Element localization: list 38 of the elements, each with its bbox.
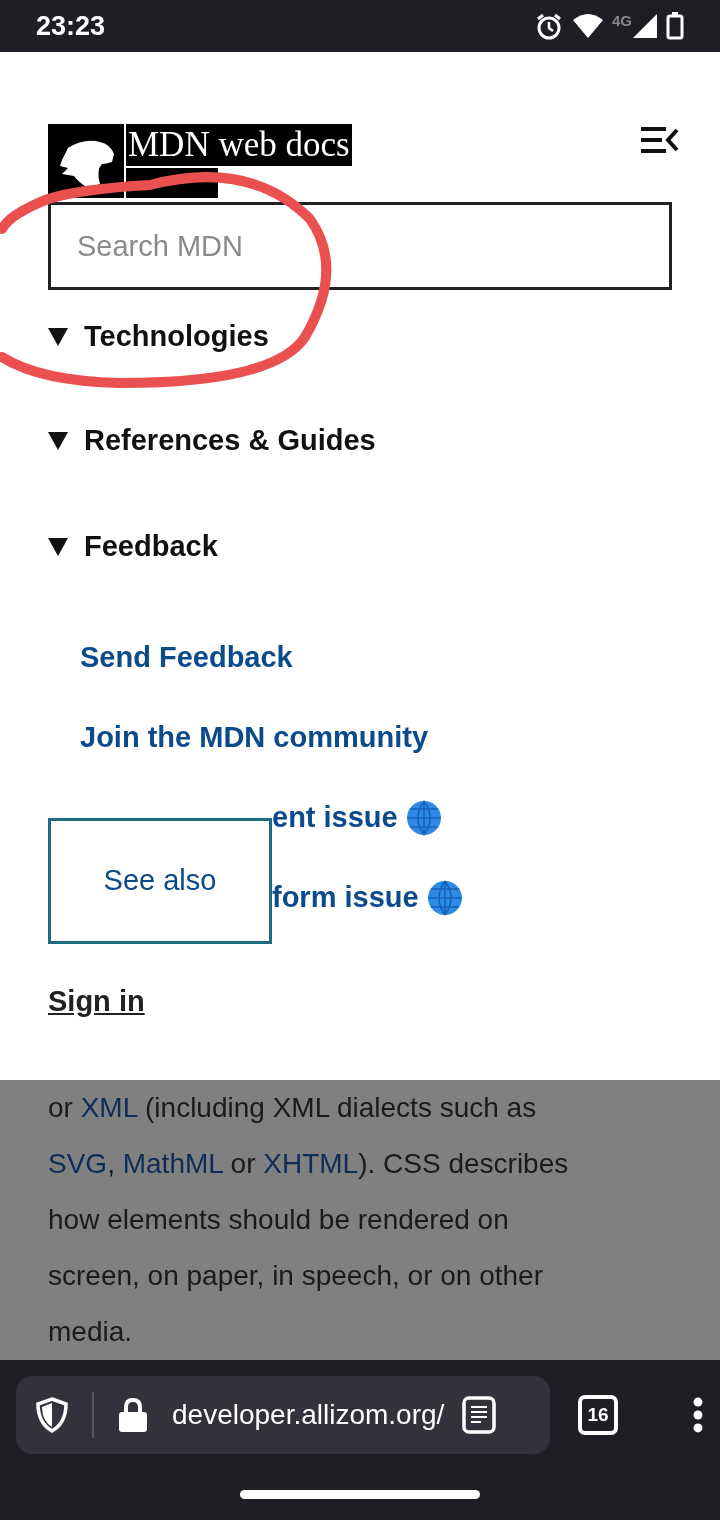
- menu-icon: [640, 126, 680, 154]
- url-text: developer.allizom.org/: [172, 1398, 446, 1432]
- triangle-icon: [48, 538, 68, 556]
- feedback-link[interactable]: ent issue: [272, 796, 442, 840]
- section-toggle[interactable]: References & Guides: [48, 388, 672, 494]
- article-text: how elements should be rendered on: [48, 1204, 509, 1235]
- globe-icon: [426, 880, 463, 916]
- globe-icon: [405, 800, 442, 836]
- feedback-link[interactable]: Join the MDN community: [80, 716, 428, 760]
- article-text: media.: [48, 1316, 133, 1347]
- menu-close-button[interactable]: [640, 126, 680, 154]
- more-menu-icon[interactable]: [692, 1397, 704, 1433]
- reader-icon[interactable]: [462, 1396, 496, 1434]
- address-bar[interactable]: developer.allizom.org/: [16, 1376, 551, 1454]
- alarm-icon: [534, 11, 564, 41]
- network-type: 4G: [612, 13, 632, 28]
- triangle-icon: [48, 432, 68, 450]
- article-text: ). CSS describes: [358, 1148, 569, 1179]
- feedback-link[interactable]: form issue: [272, 876, 463, 920]
- feedback-link[interactable]: Send Feedback: [80, 636, 293, 680]
- logo-text: MDN web docs: [126, 124, 352, 166]
- tab-count[interactable]: 16: [578, 1395, 619, 1435]
- battery-icon: [666, 12, 684, 40]
- sign-in-link[interactable]: Sign in: [48, 980, 145, 1024]
- lock-icon: [118, 1397, 148, 1433]
- triangle-icon: [48, 328, 68, 346]
- article-text: or: [48, 1092, 74, 1123]
- shield-icon: [36, 1397, 68, 1433]
- signal-icon: [632, 13, 658, 39]
- wifi-icon: [572, 13, 604, 39]
- article-text: (including XML dialects such as: [144, 1092, 537, 1123]
- see-also-button[interactable]: See also: [48, 818, 272, 944]
- article-text: or: [229, 1148, 257, 1179]
- article-text: screen, on paper, in speech, or on other: [48, 1260, 543, 1291]
- section-toggle[interactable]: Feedback: [48, 494, 672, 600]
- search-field[interactable]: Search MDN: [48, 202, 672, 290]
- article-text: ,: [107, 1148, 116, 1179]
- status-time: 23:23: [36, 9, 106, 43]
